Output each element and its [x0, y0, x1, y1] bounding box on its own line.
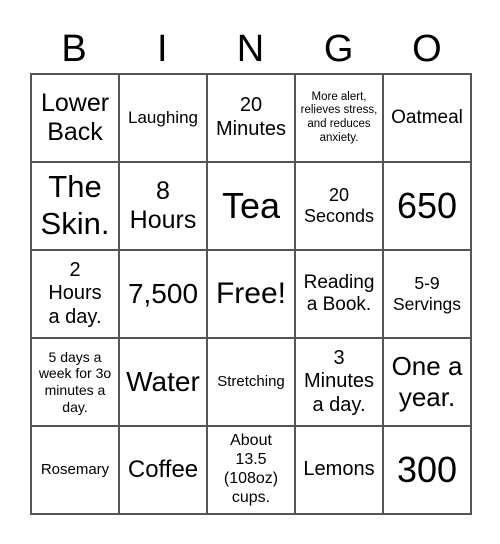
bingo-cell[interactable]: Rosemary: [31, 426, 119, 514]
bingo-cell[interactable]: Oatmeal: [383, 74, 471, 162]
bingo-cell[interactable]: 20 Minutes: [207, 74, 295, 162]
bingo-cell[interactable]: 8 Hours: [119, 162, 207, 250]
bingo-header: B I N G O: [30, 26, 471, 72]
bingo-cell[interactable]: 20 Seconds: [295, 162, 383, 250]
header-letter-i: I: [157, 28, 168, 70]
bingo-cell[interactable]: The Skin.: [31, 162, 119, 250]
bingo-cell[interactable]: Laughing: [119, 74, 207, 162]
header-letter-o: O: [412, 28, 442, 70]
bingo-cell[interactable]: One a year.: [383, 338, 471, 426]
bingo-cell[interactable]: Stretching: [207, 338, 295, 426]
bingo-cell[interactable]: Coffee: [119, 426, 207, 514]
bingo-cell[interactable]: Free!: [207, 250, 295, 338]
bingo-cell[interactable]: 3 Minutes a day.: [295, 338, 383, 426]
bingo-cell[interactable]: Water: [119, 338, 207, 426]
bingo-cell[interactable]: Reading a Book.: [295, 250, 383, 338]
bingo-cell[interactable]: 5-9 Servings: [383, 250, 471, 338]
bingo-cell[interactable]: 2 Hours a day.: [31, 250, 119, 338]
bingo-cell[interactable]: Tea: [207, 162, 295, 250]
bingo-cell[interactable]: 650: [383, 162, 471, 250]
header-letter-n: N: [236, 28, 265, 70]
bingo-cell[interactable]: 5 days a week for 3o minutes a day.: [31, 338, 119, 426]
bingo-grid: Lower Back Laughing 20 Minutes More alert, …: [30, 73, 472, 515]
bingo-cell[interactable]: About 13.5 (108oz) cups.: [207, 426, 295, 514]
header-letter-g: G: [323, 28, 354, 70]
bingo-cell[interactable]: Lower Back: [31, 74, 119, 162]
bingo-cell[interactable]: 7,500: [119, 250, 207, 338]
header-letter-b: B: [61, 28, 87, 70]
bingo-cell[interactable]: More alert, relieves stress, and reduces…: [295, 74, 383, 162]
bingo-cell[interactable]: 300: [383, 426, 471, 514]
bingo-cell[interactable]: Lemons: [295, 426, 383, 514]
